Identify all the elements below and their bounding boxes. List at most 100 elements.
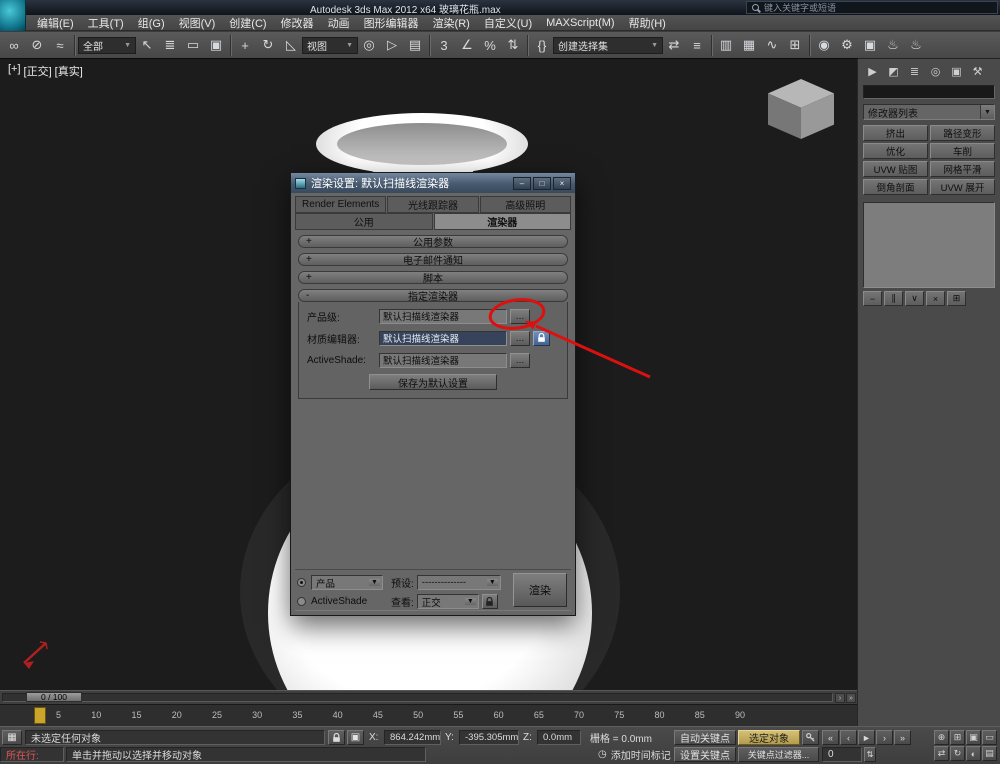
play-icon[interactable]: ► (858, 730, 875, 745)
set-key-button[interactable]: 设置关键点 (674, 747, 736, 762)
save-as-defaults-button[interactable]: 保存为默认设置 (369, 374, 497, 390)
previous-frame-icon[interactable]: ‹ (840, 730, 857, 745)
go-to-start-icon[interactable]: « (822, 730, 839, 745)
activeshade-radio[interactable] (297, 597, 306, 606)
set-keys-button[interactable] (802, 730, 819, 745)
zoom-extents-icon[interactable]: ▣ (966, 730, 981, 745)
next-frame-icon[interactable]: › (876, 730, 893, 745)
maximize-button[interactable]: □ (533, 176, 551, 190)
configure-modifier-sets-icon[interactable]: ⊞ (947, 291, 966, 306)
rendered-frame-window-icon[interactable]: ▣ (859, 35, 881, 56)
key-filters-button[interactable]: 关键点过滤器... (738, 747, 819, 762)
create-tab-icon[interactable]: ▶ (864, 63, 881, 80)
menu-item[interactable]: 编辑(E) (30, 15, 81, 31)
y-coordinate-field[interactable]: -395.305mm (459, 730, 519, 745)
modifier-button[interactable]: 倒角剖面 (863, 179, 928, 195)
select-and-move-icon[interactable]: + (234, 35, 256, 56)
current-frame-field[interactable]: 0 (822, 747, 862, 762)
percent-snap-icon[interactable]: % (479, 35, 501, 56)
modifier-button[interactable]: 挤出 (863, 125, 928, 141)
production-radio[interactable] (297, 578, 306, 587)
modify-tab-icon[interactable]: ◩ (885, 63, 902, 80)
activeshade-renderer-field[interactable]: 默认扫描线渲染器 (379, 352, 507, 368)
window-crossing-icon[interactable]: ▣ (205, 35, 227, 56)
choose-activeshade-renderer-button[interactable]: … (510, 352, 530, 368)
use-pivot-point-center-icon[interactable]: ◎ (358, 35, 380, 56)
rectangular-selection-region-icon[interactable]: ▭ (182, 35, 204, 56)
z-coordinate-field[interactable]: 0.0mm (537, 730, 581, 745)
select-and-rotate-icon[interactable]: ↻ (257, 35, 279, 56)
menu-item[interactable]: 修改器 (274, 15, 321, 31)
minimize-button[interactable]: – (513, 176, 531, 190)
expand-icon[interactable]: + (306, 236, 312, 247)
display-tab-icon[interactable]: ▣ (948, 63, 965, 80)
material-editor-renderer-field[interactable]: 默认扫描线渲染器 (379, 330, 507, 346)
menu-item[interactable]: 组(G) (131, 15, 172, 31)
edit-named-selection-sets-icon[interactable]: {} (531, 35, 553, 56)
selected-filter-dropdown[interactable]: 选定对象 (738, 730, 800, 745)
rollout-header[interactable]: + 脚本 (298, 271, 568, 285)
hierarchy-tab-icon[interactable]: ≣ (906, 63, 923, 80)
modifier-button[interactable]: 路径变形 (930, 125, 995, 141)
object-name-field[interactable] (863, 85, 995, 99)
motion-tab-icon[interactable]: ◎ (927, 63, 944, 80)
make-unique-icon[interactable]: ∨ (905, 291, 924, 306)
pan-icon[interactable]: ⇄ (934, 746, 949, 761)
remove-modifier-icon[interactable]: × (926, 291, 945, 306)
menu-item[interactable]: 渲染(R) (426, 15, 477, 31)
dialog-tab[interactable]: 光线跟踪器 (387, 196, 479, 213)
render-button[interactable]: 渲染 (513, 573, 567, 607)
snaps-toggle-icon[interactable]: 3 (433, 35, 455, 56)
select-and-scale-icon[interactable]: ◺ (280, 35, 302, 56)
menu-item[interactable]: MAXScript(M) (539, 17, 621, 29)
application-menu-button[interactable] (0, 0, 26, 31)
zoom-region-icon[interactable]: ▭ (982, 730, 997, 745)
add-time-tag[interactable]: ◷ 添加时间标记 (598, 747, 671, 762)
rollout-header[interactable]: + 电子邮件通知 (298, 253, 568, 267)
menu-item[interactable]: 图形编辑器 (357, 15, 426, 31)
current-frame-marker[interactable] (34, 707, 46, 724)
selection-filter-dropdown[interactable]: 全部 ▼ (78, 36, 136, 54)
frame-spinner[interactable]: ⇅ (864, 747, 876, 762)
zoom-icon[interactable]: ⊕ (934, 730, 949, 745)
align-icon[interactable]: ≡ (686, 35, 708, 56)
preset-dropdown[interactable]: -------------- ▼ (416, 575, 501, 590)
next-frame-arrow[interactable]: › (835, 693, 845, 703)
expand-icon[interactable]: + (306, 254, 312, 265)
time-slider-handle[interactable]: 0 / 100 (26, 692, 82, 702)
zoom-all-icon[interactable]: ⊞ (950, 730, 965, 745)
render-setup-icon[interactable]: ⚙ (836, 35, 858, 56)
named-selection-sets-combo[interactable]: 创建选择集 ▼ (553, 36, 663, 54)
reference-coordinate-dropdown[interactable]: 视图 ▼ (302, 36, 358, 54)
auto-key-button[interactable]: 自动关键点 (674, 730, 736, 745)
menu-item[interactable]: 自定义(U) (477, 15, 539, 31)
orbit-icon[interactable]: ↻ (950, 746, 965, 761)
spinner-snap-icon[interactable]: ⇅ (502, 35, 524, 56)
lock-to-production-toggle[interactable] (533, 330, 550, 346)
curve-editor-icon[interactable]: ∿ (761, 35, 783, 56)
infocenter-search-input[interactable]: 键入关键字或短语 (746, 1, 998, 14)
modifier-list-dropdown[interactable]: 修改器列表 ▼ (863, 104, 995, 120)
unlink-selection-icon[interactable]: ⊘ (26, 35, 48, 56)
target-dropdown[interactable]: 产品 ▼ (311, 575, 383, 590)
rollout-header-assign-renderer[interactable]: - 指定渲染器 (298, 289, 568, 303)
production-renderer-field[interactable]: 默认扫描线渲染器 (379, 308, 507, 324)
schematic-view-icon[interactable]: ⊞ (784, 35, 806, 56)
time-slider-end-arrow[interactable]: » (846, 693, 856, 703)
viewport-label-segment[interactable]: [正交] (24, 63, 52, 79)
tab-renderer[interactable]: 渲染器 (433, 213, 571, 230)
lock-view-toggle[interactable] (481, 594, 498, 609)
menu-item[interactable]: 视图(V) (172, 15, 223, 31)
dialog-title-bar[interactable]: 渲染设置: 默认扫描线渲染器 – □ × (291, 173, 575, 193)
pin-stack-icon[interactable]: − (863, 291, 882, 306)
modifier-stack-list[interactable] (863, 202, 995, 288)
modifier-button[interactable]: 车削 (930, 143, 995, 159)
menu-item[interactable]: 动画 (321, 15, 357, 31)
mirror-icon[interactable]: ⇄ (663, 35, 685, 56)
tab-common[interactable]: 公用 (295, 213, 433, 230)
select-object-icon[interactable]: ↖ (136, 35, 158, 56)
modifier-button[interactable]: UVW 贴图 (863, 161, 928, 177)
render-iterative-icon[interactable]: ♨ (905, 35, 927, 56)
go-to-end-icon[interactable]: » (894, 730, 911, 745)
select-and-link-icon[interactable]: ∞ (3, 35, 25, 56)
